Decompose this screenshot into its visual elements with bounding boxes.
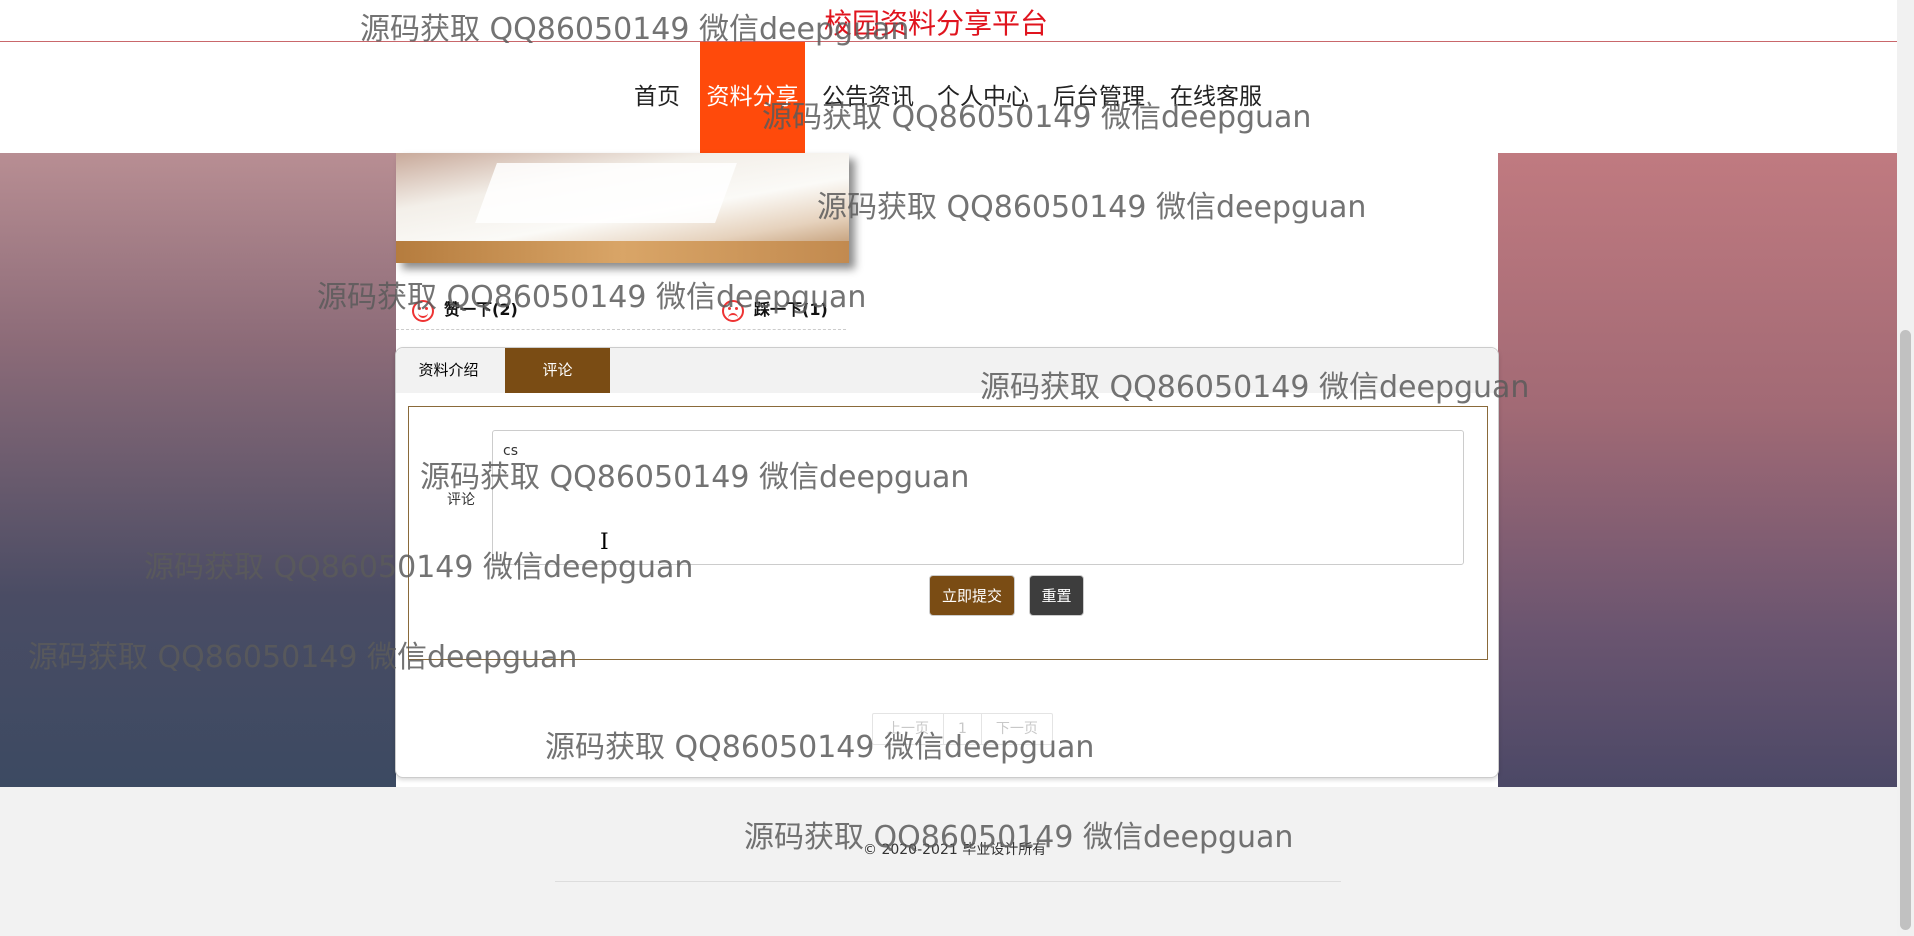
- frown-icon: [722, 299, 744, 322]
- page-scrollbar[interactable]: [1897, 0, 1914, 936]
- tab-header: 资料介绍 评论: [396, 348, 1498, 393]
- desk-edge-shape: [396, 241, 849, 263]
- nav-online-service[interactable]: 在线客服: [1170, 42, 1262, 153]
- comment-label: 评论: [447, 492, 475, 508]
- main-nav: 首页 资料分享 公告资讯 个人中心 后台管理 在线客服: [0, 42, 1897, 153]
- detail-tabs: 资料介绍 评论 评论 cs 立即提交 重置 上一页 1 下一页: [395, 347, 1499, 778]
- site-title[interactable]: 校园资料分享平台: [824, 2, 1048, 42]
- nav-home[interactable]: 首页: [634, 42, 680, 153]
- submit-button[interactable]: 立即提交: [929, 575, 1015, 616]
- nav-admin[interactable]: 后台管理: [1053, 42, 1145, 153]
- prev-page-button[interactable]: 上一页: [873, 714, 944, 744]
- next-page-button[interactable]: 下一页: [982, 714, 1052, 744]
- smile-icon: [412, 299, 434, 322]
- scrollbar-thumb[interactable]: [1900, 330, 1911, 930]
- comment-textarea[interactable]: cs: [492, 430, 1464, 565]
- footer: © 2020-2021 毕业设计所有: [0, 787, 1897, 936]
- text-cursor-icon: I: [600, 530, 609, 555]
- reset-button[interactable]: 重置: [1029, 575, 1084, 616]
- copyright-text: © 2020-2021 毕业设计所有: [863, 842, 1047, 858]
- like-label: 赞一下(2): [444, 300, 518, 319]
- nav-announcements[interactable]: 公告资讯: [822, 42, 914, 153]
- dislike-label: 踩一下(1): [754, 300, 828, 319]
- nav-resource-share[interactable]: 资料分享: [700, 42, 805, 153]
- top-header: 校园资料分享平台: [0, 0, 1897, 42]
- like-button[interactable]: 赞一下(2): [412, 296, 518, 322]
- dislike-button[interactable]: 踩一下(1): [722, 296, 828, 322]
- page-number[interactable]: 1: [944, 714, 982, 744]
- tab-comment[interactable]: 评论: [505, 348, 610, 393]
- comment-form: 评论 cs 立即提交 重置: [408, 406, 1488, 660]
- tab-resource-intro[interactable]: 资料介绍: [396, 348, 501, 393]
- detail-panel: 赞一下(2) 踩一下(1) 资料介绍 评论 评论 cs 立即提交 重置 上一页 1…: [395, 153, 1499, 787]
- nav-personal-center[interactable]: 个人中心: [937, 42, 1029, 153]
- background-image-right: [1498, 153, 1897, 787]
- resource-cover-image: [396, 153, 849, 263]
- vote-bar: 赞一下(2) 踩一下(1): [396, 286, 846, 330]
- book-page-shape: [475, 163, 737, 223]
- pagination: 上一页 1 下一页: [872, 713, 1053, 745]
- footer-divider: [555, 881, 1341, 882]
